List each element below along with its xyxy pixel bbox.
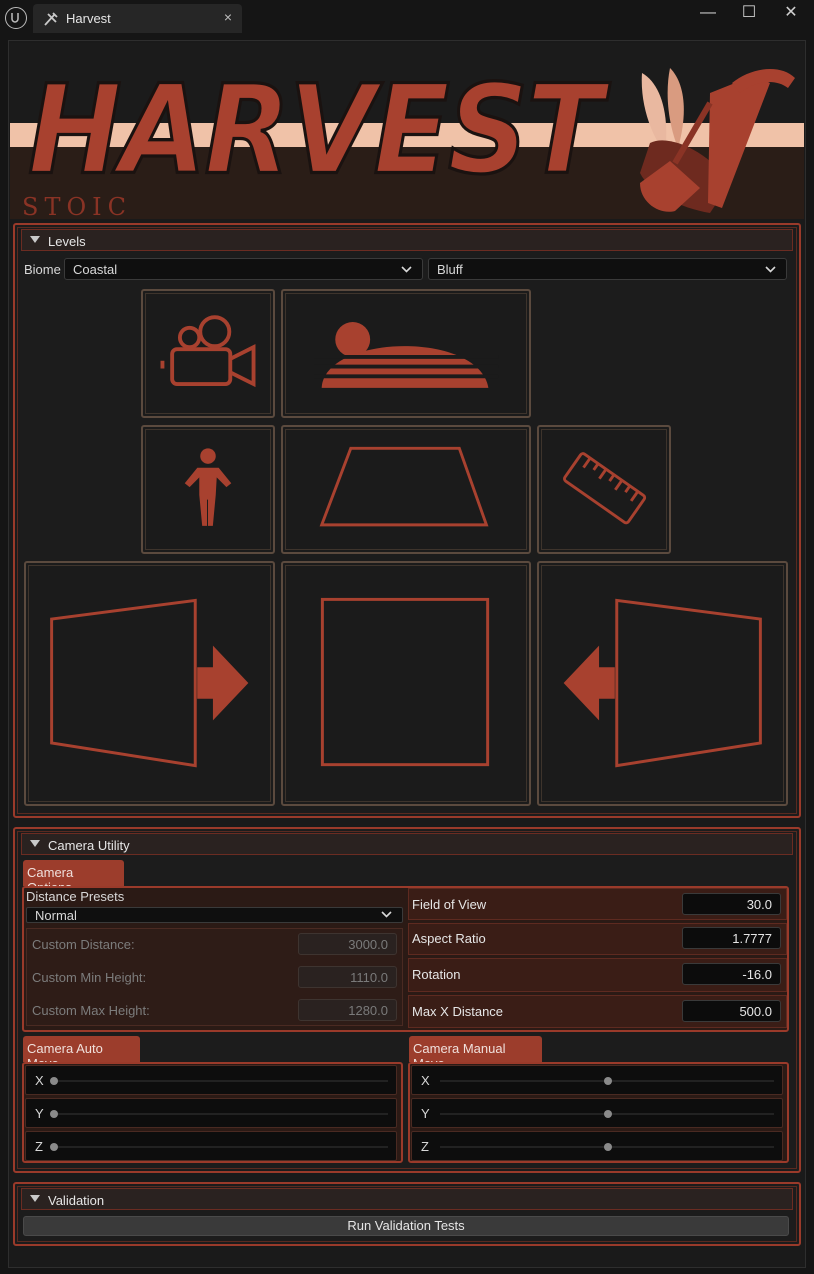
unreal-logo-icon[interactable]	[5, 7, 27, 29]
max-x-distance-label: Max X Distance	[412, 1004, 504, 1019]
manual-move-slider-z[interactable]: Z	[411, 1131, 783, 1161]
camera-tile-button[interactable]	[141, 289, 275, 418]
auto-move-slider-z[interactable]: Z	[25, 1131, 397, 1161]
distance-preset-value: Normal	[35, 908, 77, 923]
character-tile-button[interactable]	[141, 425, 275, 554]
stoic-logo-text: STOIC	[22, 193, 132, 219]
ruler-icon	[563, 452, 647, 525]
max-x-distance-field[interactable]: 500.0	[682, 1000, 781, 1022]
frame-icon	[320, 597, 490, 767]
validation-header[interactable]: Validation	[21, 1188, 793, 1210]
collapse-triangle-icon[interactable]	[30, 1195, 40, 1202]
custom-max-height-label: Custom Max Height:	[32, 1003, 150, 1018]
biome-value: Coastal	[73, 262, 118, 277]
levels-header[interactable]: Levels	[21, 229, 793, 251]
slider-track[interactable]	[54, 1146, 388, 1148]
level-dropdown[interactable]: Bluff	[428, 258, 787, 280]
slider-handle[interactable]	[50, 1077, 58, 1085]
biome-dropdown[interactable]: Coastal	[64, 258, 423, 280]
horizon-icon	[313, 322, 499, 388]
manual-move-slider-x[interactable]: X	[411, 1065, 783, 1095]
move-right-arrow-icon	[50, 598, 249, 768]
horizon-tile-button[interactable]	[281, 289, 531, 418]
tab-label: Harvest	[66, 11, 111, 26]
levels-title: Levels	[48, 234, 86, 249]
move-right-frame-tile-button[interactable]	[537, 561, 788, 806]
auto-move-axis-label: X	[35, 1073, 44, 1088]
rotation-field[interactable]: -16.0	[682, 963, 781, 985]
auto-move-axis-label: Y	[35, 1106, 44, 1121]
character-icon	[184, 448, 232, 526]
tab-camera-manual-move[interactable]: Camera Manual Move	[409, 1036, 542, 1071]
camera-utility-title: Camera Utility	[48, 838, 130, 853]
biome-label: Biome	[24, 262, 61, 277]
chevron-down-icon	[381, 907, 392, 924]
slider-track[interactable]	[54, 1113, 388, 1115]
validation-title: Validation	[48, 1193, 105, 1208]
manual-move-axis-label: X	[421, 1073, 430, 1088]
manual-move-slider-y[interactable]: Y	[411, 1098, 783, 1128]
run-validation-tests-button[interactable]: Run Validation Tests	[23, 1216, 789, 1236]
manual-move-axis-label: Z	[421, 1139, 429, 1154]
title-bar: Harvest × — ☐ ✕	[0, 0, 814, 36]
distance-presets-label: Distance Presets	[26, 889, 125, 904]
custom-max-height-field[interactable]: 1280.0	[298, 999, 397, 1021]
validation-section: Validation	[13, 1182, 801, 1246]
collapse-triangle-icon[interactable]	[30, 236, 40, 243]
floor-plane-tile-button[interactable]	[281, 425, 531, 554]
ruler-tile-button[interactable]	[537, 425, 671, 554]
camera-utility-header[interactable]: Camera Utility	[21, 833, 793, 855]
tab-harvest[interactable]: Harvest ×	[33, 4, 242, 33]
harvest-logo-text: HARVEST	[27, 59, 605, 203]
manual-move-axis-label: Y	[421, 1106, 430, 1121]
fov-field[interactable]: 30.0	[682, 893, 781, 915]
auto-move-slider-y[interactable]: Y	[25, 1098, 397, 1128]
rotation-label: Rotation	[412, 967, 461, 982]
close-window-button[interactable]: ✕	[779, 4, 803, 24]
move-left-arrow-icon	[563, 598, 762, 768]
level-value: Bluff	[437, 262, 463, 277]
minimize-button[interactable]: —	[696, 4, 720, 24]
chevron-down-icon	[765, 262, 776, 279]
slider-handle[interactable]	[604, 1143, 612, 1151]
auto-move-axis-label: Z	[35, 1139, 43, 1154]
tab-camera-options[interactable]: Camera Options	[23, 860, 124, 895]
harvest-tab-icon	[43, 11, 59, 30]
tab-close-icon[interactable]: ×	[224, 9, 232, 25]
floor-plane-icon	[319, 446, 489, 527]
auto-move-slider-x[interactable]: X	[25, 1065, 397, 1095]
custom-min-height-label: Custom Min Height:	[32, 970, 147, 985]
slider-handle[interactable]	[604, 1077, 612, 1085]
custom-min-height-field[interactable]: 1110.0	[298, 966, 397, 988]
slider-handle[interactable]	[50, 1110, 58, 1118]
aspect-ratio-field[interactable]: 1.7777	[682, 927, 781, 949]
camera-icon	[160, 315, 256, 388]
slider-track[interactable]	[54, 1080, 388, 1082]
collapse-triangle-icon[interactable]	[30, 840, 40, 847]
maximize-button[interactable]: ☐	[737, 4, 761, 24]
harvest-banner: HARVEST STOIC	[10, 43, 804, 219]
distance-presets-dropdown[interactable]: Normal	[26, 907, 403, 923]
aspect-ratio-label: Aspect Ratio	[412, 931, 486, 946]
chevron-down-icon	[401, 262, 412, 279]
fov-label: Field of View	[412, 897, 487, 912]
tab-camera-auto-move[interactable]: Camera Auto Move	[23, 1036, 140, 1071]
move-left-frame-tile-button[interactable]	[24, 561, 275, 806]
custom-distance-field[interactable]: 3000.0	[298, 933, 397, 955]
custom-distance-label: Custom Distance:	[32, 937, 135, 952]
slider-handle[interactable]	[604, 1110, 612, 1118]
slider-handle[interactable]	[50, 1143, 58, 1151]
frame-tile-button[interactable]	[281, 561, 531, 806]
